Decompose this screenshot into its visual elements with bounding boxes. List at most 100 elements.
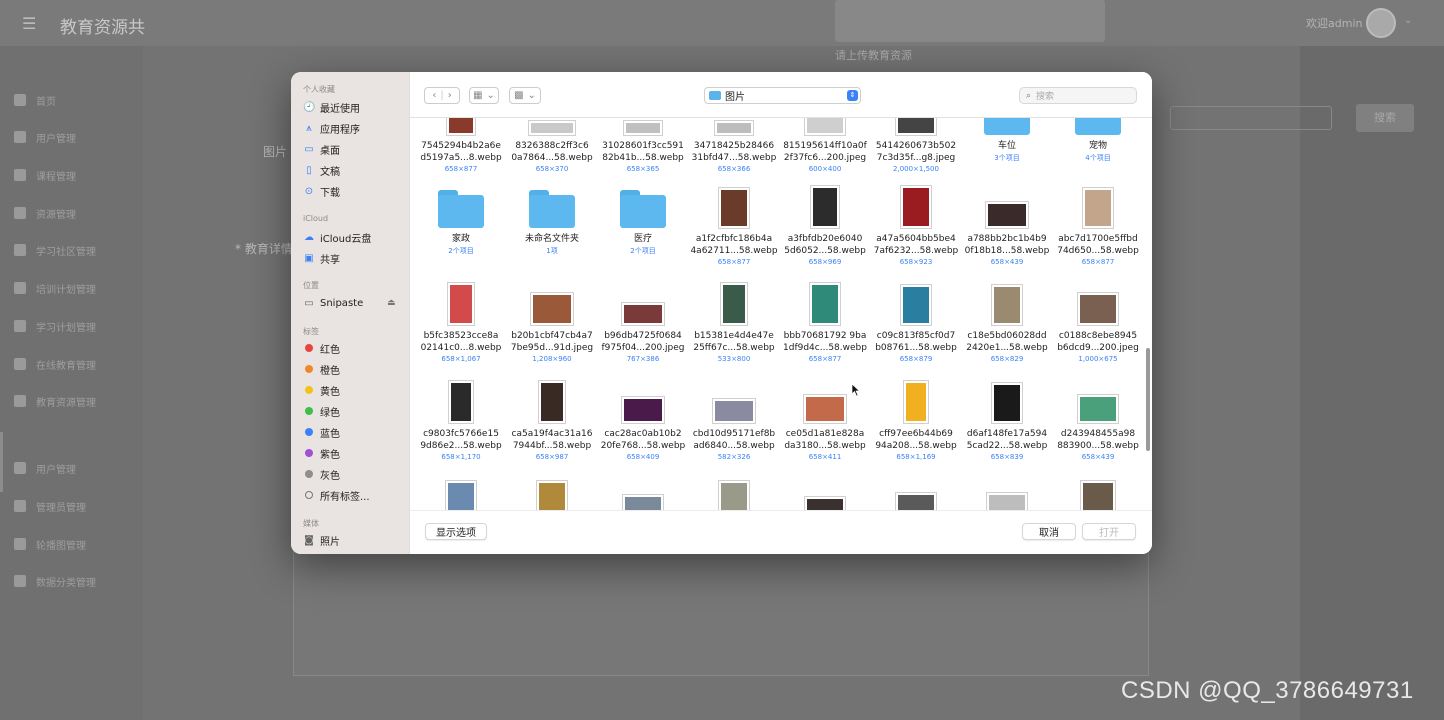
- sidebar-item-media[interactable]: ◙ 照片: [303, 531, 340, 549]
- upload-area[interactable]: [835, 0, 1105, 42]
- sidebar-item[interactable]: 资源管理: [14, 204, 76, 222]
- sidebar-item-favorite[interactable]: ⩚ 应用程序: [303, 119, 360, 137]
- file-item[interactable]: cac28ac0ab10b2 20fe768...58.webp 658×409: [597, 378, 689, 478]
- sidebar-item[interactable]: 培训计划管理: [14, 279, 96, 297]
- sidebar-item-icloud[interactable]: ▣ 共享: [303, 249, 340, 267]
- file-name: 宠物: [1088, 141, 1107, 151]
- file-item[interactable]: [961, 476, 1053, 510]
- sidebar-item-tag[interactable]: 黄色: [303, 381, 340, 399]
- file-name: c09c813f85cf0d7: [876, 331, 956, 341]
- welcome-user-label: 欢迎admin: [1306, 17, 1363, 30]
- folder-item[interactable]: 未命名文件夹 1项: [506, 183, 598, 283]
- file-item[interactable]: [1052, 476, 1144, 510]
- sidebar-item[interactable]: 数据分类管理: [14, 572, 96, 590]
- file-item[interactable]: bbb70681792 9ba 1df9d4c...58.webp 658×877: [779, 280, 871, 380]
- section-media: 媒体: [303, 519, 319, 528]
- sidebar-item-tag[interactable]: 紫色: [303, 444, 340, 462]
- sidebar-item-favorite[interactable]: ▯ 文稿: [303, 161, 340, 179]
- file-item[interactable]: cff97ee6b44b69 94a208...58.webp 658×1,169: [870, 378, 962, 478]
- hamburger-menu-icon[interactable]: ☰: [22, 14, 36, 33]
- file-name-line2: 25ff67c...58.webp: [693, 343, 775, 353]
- sidebar-item[interactable]: 学习计划管理: [14, 317, 96, 335]
- user-dropdown-chevron-icon[interactable]: ⌄: [1404, 15, 1412, 26]
- scrollbar[interactable]: [1146, 348, 1150, 451]
- file-item[interactable]: [779, 476, 871, 510]
- sidebar-item-favorite[interactable]: ⊙ 下载: [303, 182, 340, 200]
- sidebar-item-favorite[interactable]: ▭ 桌面: [303, 140, 340, 158]
- file-item[interactable]: a788bb2bc1b4b9 0f18b18...58.webp 658×439: [961, 183, 1053, 283]
- sidebar-item[interactable]: 在线教育管理: [14, 355, 96, 373]
- file-meta: 4个项目: [1085, 154, 1111, 162]
- sidebar-item[interactable]: 教育资源管理: [14, 392, 96, 410]
- file-item[interactable]: [597, 476, 689, 510]
- file-name-line2: 883900...58.webp: [1057, 441, 1139, 451]
- file-item[interactable]: 815195614ff10a0f 2f37fc6...200.jpeg 600×40…: [779, 118, 871, 190]
- back-forward-buttons[interactable]: ‹ | ›: [424, 87, 460, 104]
- file-item[interactable]: b96db4725f0684 f975f04...200.jpeg 767×386: [597, 280, 689, 380]
- location-popup[interactable]: 图片 ⇕: [704, 87, 861, 104]
- sidebar-item[interactable]: 管理员管理: [14, 497, 86, 515]
- file-item[interactable]: a47a5604bb5be4 7af6232...58.webp 658×923: [870, 183, 962, 283]
- file-item[interactable]: 31028601f3cc591 82b41b...58.webp 658×365: [597, 118, 689, 190]
- file-item[interactable]: d243948455a98 883900...58.webp 658×439: [1052, 378, 1144, 478]
- file-item[interactable]: cbd10d95171ef8b ad6840...58.webp 582×326: [688, 378, 780, 478]
- open-button[interactable]: 打开: [1082, 523, 1136, 540]
- file-item[interactable]: b5fc38523cce8a 02141c0...8.webp 658×1,067: [415, 280, 507, 380]
- sidebar-item-tag[interactable]: 橙色: [303, 360, 340, 378]
- file-item[interactable]: abc7d1700e5ffbd 74d650...58.webp 658×877: [1052, 183, 1144, 283]
- detail-editor[interactable]: [293, 550, 1149, 676]
- file-meta: 658×879: [899, 355, 933, 363]
- sidebar-item-favorite[interactable]: 🕘 最近使用: [303, 98, 360, 116]
- folder-item[interactable]: 车位 3个项目: [961, 118, 1053, 190]
- file-item[interactable]: 5414260673b502 7c3d35f...g8.jpeg 2,000×1,5…: [870, 118, 962, 190]
- search-button[interactable]: 搜索: [1356, 104, 1414, 132]
- chevron-right-icon[interactable]: ›: [448, 90, 452, 101]
- file-item[interactable]: d6af148fe17a594 5cad22...58.webp 658×839: [961, 378, 1053, 478]
- sidebar-item[interactable]: 课程管理: [14, 166, 76, 184]
- file-item[interactable]: 8326388c2ff3c6 0a7864...58.webp 658×370: [506, 118, 598, 190]
- sidebar-item[interactable]: 用户管理: [14, 459, 76, 477]
- sidebar-item-tag[interactable]: 绿色: [303, 402, 340, 420]
- chevron-left-icon[interactable]: ‹: [432, 90, 436, 101]
- file-item[interactable]: a1f2cfbfc186b4a 4a62711...58.webp 658×877: [688, 183, 780, 283]
- file-item[interactable]: a3fbfdb20e6040 5d6052...58.webp 658×969: [779, 183, 871, 283]
- search-field[interactable]: ⌕ 搜索: [1019, 87, 1137, 104]
- sidebar-item-tag[interactable]: 灰色: [303, 465, 340, 483]
- sidebar-item[interactable]: 用户管理: [14, 128, 76, 146]
- eject-icon[interactable]: ⏏: [387, 298, 396, 308]
- search-input[interactable]: [1170, 106, 1332, 130]
- updown-chevron-icon[interactable]: ⇕: [847, 90, 858, 101]
- sidebar-item-tag[interactable]: 蓝色: [303, 423, 340, 441]
- sidebar-item[interactable]: 学习社区管理: [14, 241, 96, 259]
- file-item[interactable]: b15381e4d4e47e 25ff67c...58.webp 533×800: [688, 280, 780, 380]
- file-item[interactable]: ca5a19f4ac31a16 7944bf...58.webp 658×987: [506, 378, 598, 478]
- file-item[interactable]: c09c813f85cf0d7 b08761...58.webp 658×879: [870, 280, 962, 380]
- file-item[interactable]: 34718425b28466 31bfd47...58.webp 658×366: [688, 118, 780, 190]
- folder-item[interactable]: 家政 2个项目: [415, 183, 507, 283]
- group-by-button[interactable]: ▩ ⌄: [509, 87, 541, 104]
- view-mode-button[interactable]: ▦ ⌄: [469, 87, 499, 104]
- folder-item[interactable]: 宠物 4个项目: [1052, 118, 1144, 190]
- file-item[interactable]: b20b1cbf47cb4a7 7be95d...91d.jpeg 1,208×96…: [506, 280, 598, 380]
- file-item[interactable]: [870, 476, 962, 510]
- file-item[interactable]: c0188c8ebe8945 b6dcd9...200.jpeg 1,000×675: [1052, 280, 1144, 380]
- sidebar-item-tag[interactable]: 所有标签...: [303, 486, 370, 504]
- file-meta: 658×411: [808, 453, 842, 461]
- show-options-button[interactable]: 显示选项: [425, 523, 487, 540]
- sidebar-item[interactable]: 轮播图管理: [14, 535, 86, 553]
- user-avatar[interactable]: [1366, 8, 1396, 38]
- file-item[interactable]: [688, 476, 780, 510]
- file-item[interactable]: c9803fc5766e15 9d86e2...58.webp 658×1,170: [415, 378, 507, 478]
- cancel-button[interactable]: 取消: [1022, 523, 1076, 540]
- file-item[interactable]: c18e5bd06028dd 2420e1...58.webp 658×829: [961, 280, 1053, 380]
- menu-item-icon: [14, 244, 26, 256]
- folder-item[interactable]: 医疗 2个项目: [597, 183, 689, 283]
- sidebar-item-tag[interactable]: 红色: [303, 339, 340, 357]
- sidebar-item[interactable]: 首页: [14, 91, 56, 109]
- sidebar-item-location[interactable]: ▭ Snipaste: [303, 294, 363, 312]
- sidebar-item-icloud[interactable]: ☁ iCloud云盘: [303, 228, 371, 246]
- sidebar-item-label: 所有标签...: [320, 491, 370, 503]
- file-item[interactable]: [415, 476, 507, 510]
- file-item[interactable]: [506, 476, 598, 510]
- file-item[interactable]: 7545294b4b2a6e d5197a5...8.webp 658×877: [415, 118, 507, 190]
